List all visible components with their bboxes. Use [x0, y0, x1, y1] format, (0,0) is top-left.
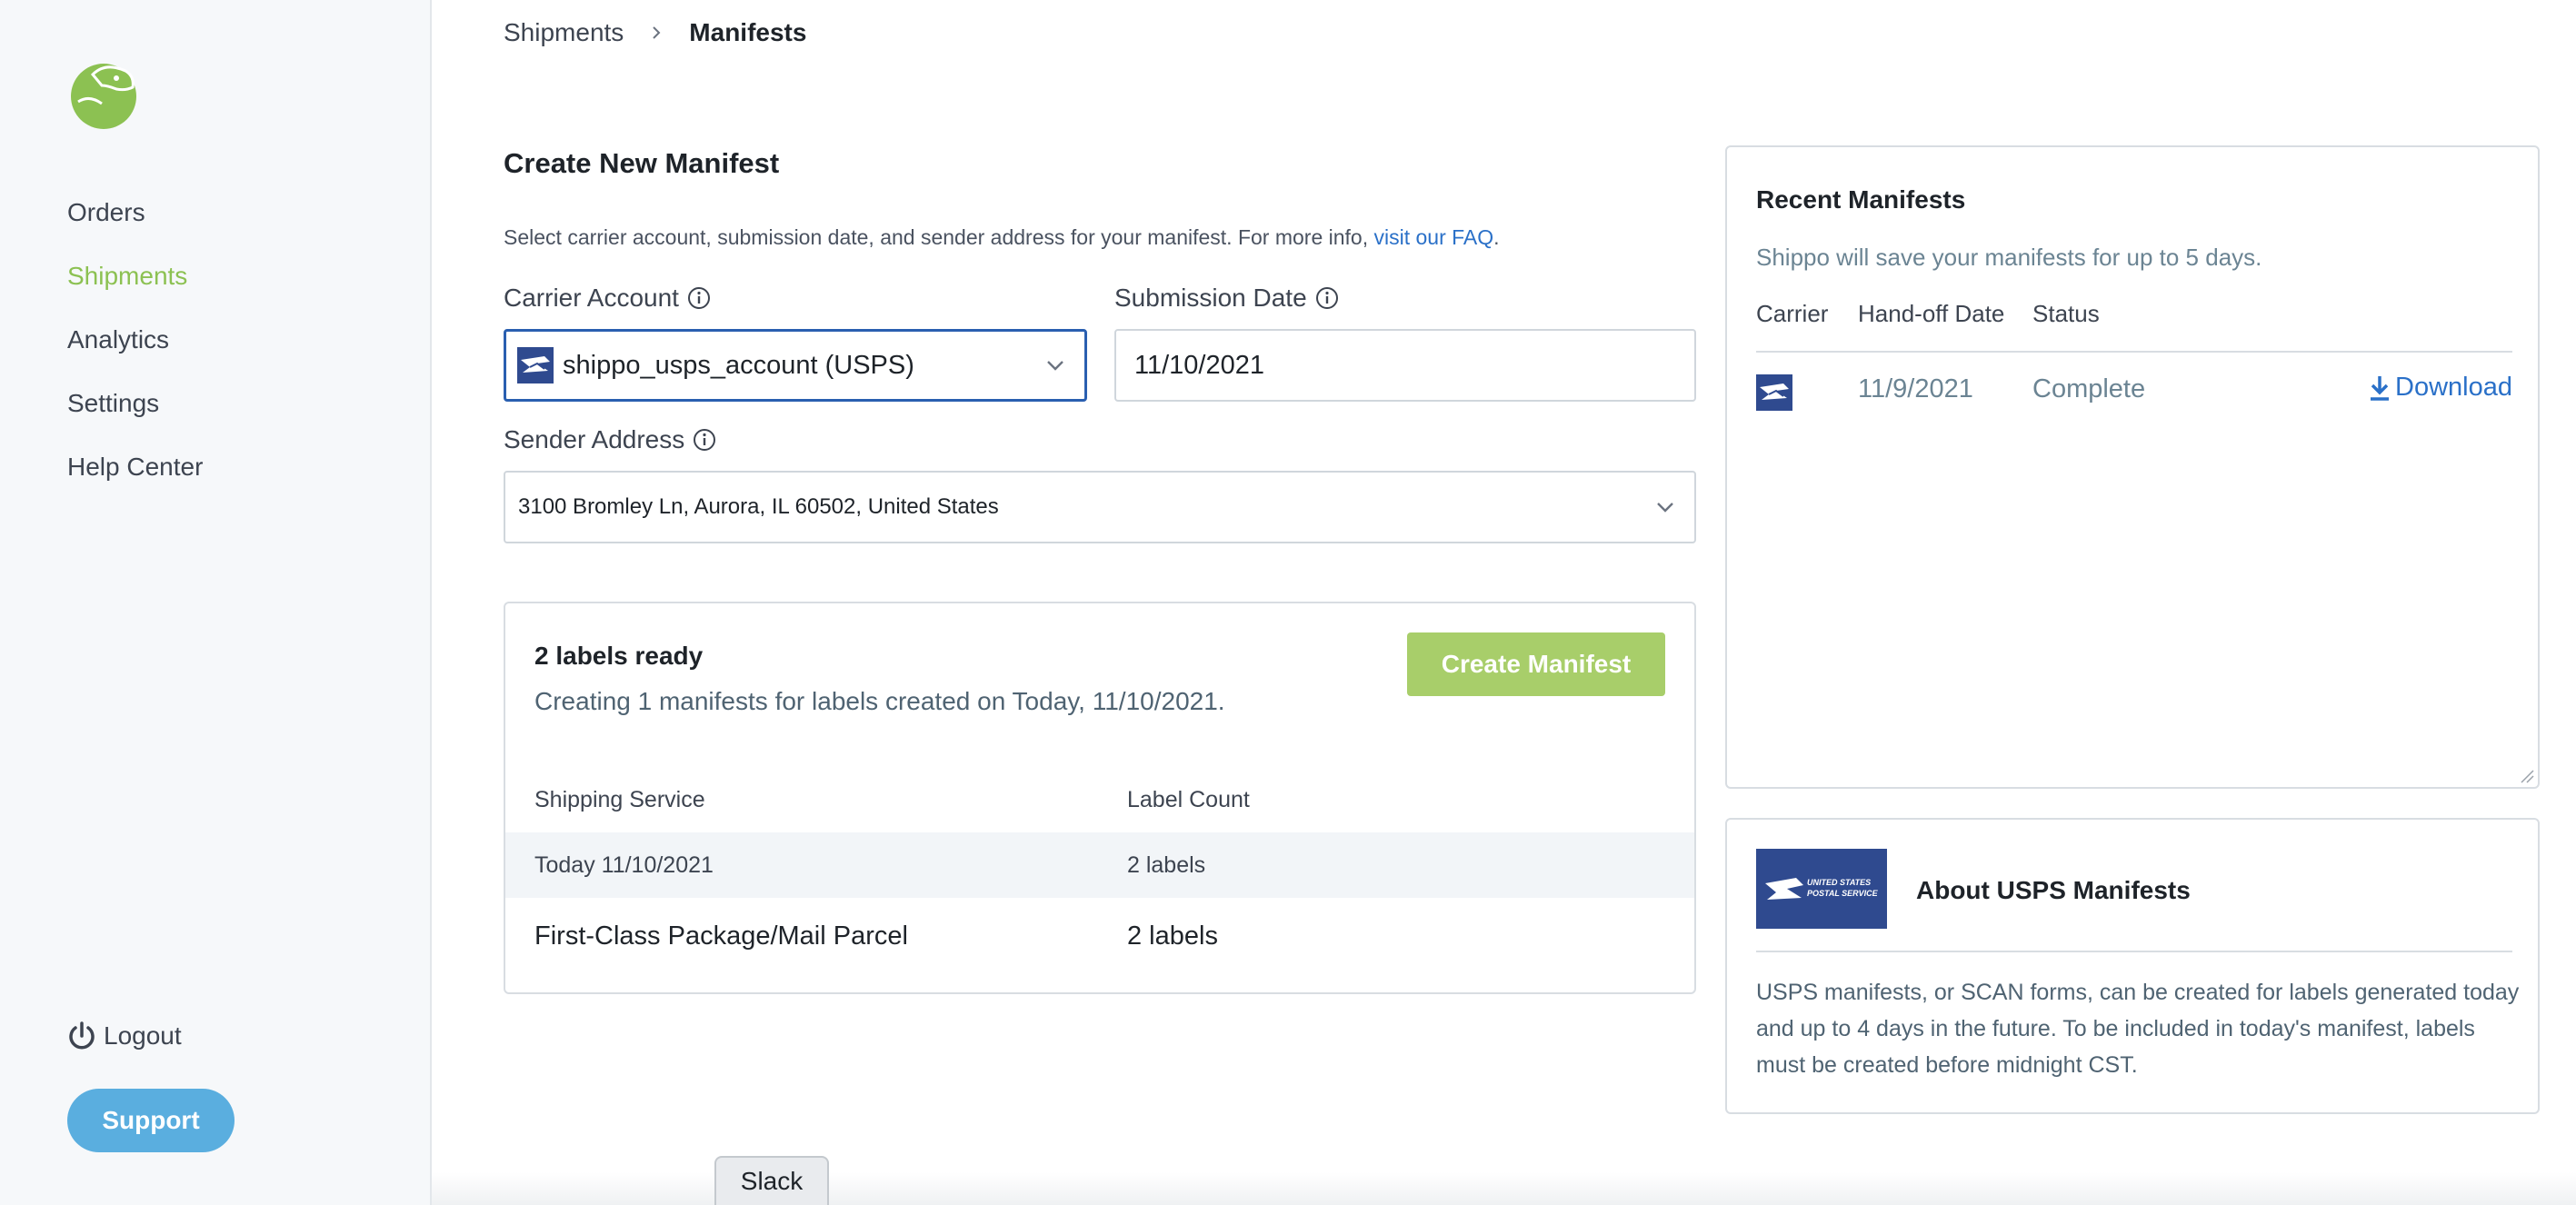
header-label-count: Label Count: [1127, 787, 1250, 812]
labels-ready-card: 2 labels ready Creating 1 manifests for …: [504, 602, 1696, 994]
usps-logo: UNITED STATES POSTAL SERVICE: [1756, 849, 1887, 929]
about-usps-panel: UNITED STATES POSTAL SERVICE About USPS …: [1725, 818, 2540, 1114]
usps-eagle-icon: [517, 347, 554, 383]
header-shipping-service: Shipping Service: [534, 787, 705, 812]
logout-label: Logout: [104, 1021, 182, 1050]
recent-manifests-subtitle: Shippo will save your manifests for up t…: [1756, 244, 2262, 271]
shippo-logo[interactable]: [65, 58, 142, 129]
table-header: Shipping Service Label Count: [505, 767, 1694, 832]
sidebar-item-settings[interactable]: Settings: [67, 382, 203, 445]
status-text: Complete: [2032, 374, 2146, 403]
row-service: First-Class Package/Mail Parcel: [534, 921, 908, 951]
chevron-down-icon: [1657, 503, 1673, 513]
labels-table: Shipping Service Label Count Today 11/10…: [505, 767, 1694, 974]
power-icon: [69, 1021, 95, 1050]
info-icon[interactable]: [686, 285, 712, 311]
table-group-row: Today 11/10/2021 2 labels: [505, 832, 1694, 898]
sidebar-item-orders[interactable]: Orders: [67, 191, 203, 254]
handoff-date: 11/9/2021: [1858, 374, 1973, 403]
page-title: Create New Manifest: [504, 147, 780, 179]
about-usps-text: USPS manifests, or SCAN forms, can be cr…: [1756, 980, 2520, 1078]
sender-address-label: Sender Address: [504, 425, 717, 454]
carrier-account-label: Carrier Account: [504, 284, 712, 313]
header-handoff-date: Hand-off Date: [1858, 300, 2005, 327]
info-icon[interactable]: [692, 427, 717, 453]
about-usps-title: About USPS Manifests: [1916, 876, 2191, 904]
usps-eagle-icon: [1756, 374, 1792, 411]
sidebar-item-analytics[interactable]: Analytics: [67, 318, 203, 382]
resize-handle-icon[interactable]: [2518, 767, 2534, 783]
header-carrier: Carrier: [1756, 300, 1829, 327]
sidebar-nav: Orders Shipments Analytics Settings Help…: [67, 191, 203, 509]
breadcrumb-current: Manifests: [689, 18, 807, 46]
breadcrumb-shipments-link[interactable]: Shipments: [504, 18, 624, 47]
submission-date-label: Submission Date: [1114, 284, 1340, 313]
download-link[interactable]: Download: [2368, 373, 2512, 403]
row-count: 2 labels: [1127, 921, 1218, 951]
svg-text:POSTAL SERVICE: POSTAL SERVICE: [1807, 889, 1879, 898]
faq-link[interactable]: visit our FAQ: [1374, 225, 1494, 249]
sender-address-select[interactable]: 3100 Bromley Ln, Aurora, IL 60502, Unite…: [504, 471, 1696, 543]
group-count: 2 labels: [1127, 852, 1206, 878]
sender-address-value: 3100 Bromley Ln, Aurora, IL 60502, Unite…: [518, 494, 999, 519]
sidebar-item-shipments[interactable]: Shipments: [67, 254, 203, 318]
slack-tab[interactable]: Slack: [714, 1156, 829, 1205]
table-row: First-Class Package/Mail Parcel 2 labels: [505, 898, 1694, 974]
sidebar: Orders Shipments Analytics Settings Help…: [0, 0, 432, 1205]
labels-ready-title: 2 labels ready: [534, 642, 704, 670]
submission-date-input[interactable]: 11/10/2021: [1114, 329, 1696, 402]
table-row: 11/9/2021 Complete Download: [1756, 371, 2512, 422]
svg-text:UNITED STATES: UNITED STATES: [1807, 878, 1871, 887]
recent-table-header: Carrier Hand-off Date Status: [1756, 300, 2512, 353]
breadcrumb: Shipments Manifests: [504, 18, 806, 47]
info-icon[interactable]: [1314, 285, 1340, 311]
chevron-down-icon: [1047, 361, 1063, 371]
support-button[interactable]: Support: [67, 1089, 235, 1152]
carrier-account-select[interactable]: shippo_usps_account (USPS): [504, 329, 1087, 402]
recent-manifests-panel: Recent Manifests Shippo will save your m…: [1725, 145, 2540, 789]
chevron-right-icon: [653, 26, 661, 39]
header-status: Status: [2032, 300, 2100, 327]
logout-link[interactable]: Logout: [65, 1020, 182, 1052]
form-description: Select carrier account, submission date,…: [504, 225, 1500, 249]
sidebar-item-help-center[interactable]: Help Center: [67, 445, 203, 509]
recent-manifests-title: Recent Manifests: [1756, 185, 1966, 214]
group-date: Today 11/10/2021: [534, 852, 714, 878]
download-icon: [2371, 375, 2390, 401]
labels-ready-subtitle: Creating 1 manifests for labels created …: [534, 687, 1225, 715]
divider: [1756, 951, 2512, 952]
carrier-account-value: shippo_usps_account (USPS): [563, 350, 914, 380]
create-manifest-button[interactable]: Create Manifest: [1407, 632, 1665, 696]
